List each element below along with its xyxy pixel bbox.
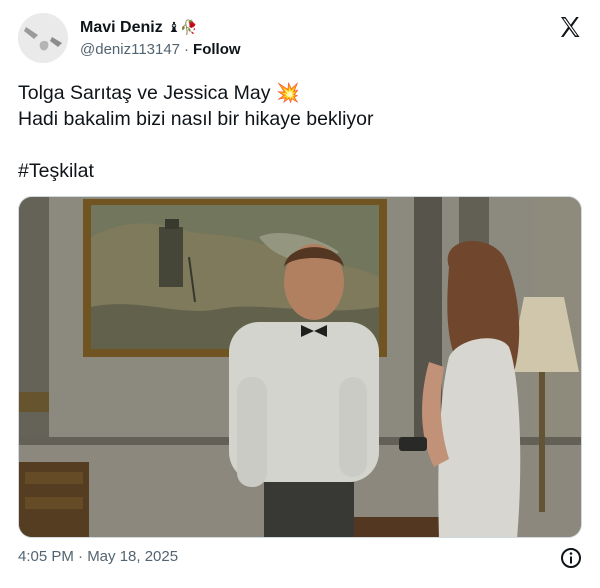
- x-logo-icon[interactable]: [558, 15, 582, 39]
- tweet-line-1: Tolga Sarıtaş ve Jessica May 💥: [18, 80, 578, 106]
- author-handle[interactable]: @deniz113147: [80, 41, 180, 59]
- tweet-line-1-text: Tolga Sarıtaş ve Jessica May: [18, 82, 271, 104]
- follow-button[interactable]: Follow: [193, 41, 241, 59]
- tweet-timestamp[interactable]: 4:05 PM · May 18, 2025: [18, 548, 178, 566]
- avatar[interactable]: [18, 13, 68, 63]
- hashtag-link[interactable]: #Teşkilat: [18, 158, 578, 184]
- author-name-emojis: ♝🥀: [167, 20, 198, 36]
- avatar-image: [18, 13, 68, 63]
- separator-dot: ·: [184, 41, 190, 58]
- tweet-text: Tolga Sarıtaş ve Jessica May 💥 Hadi baka…: [18, 80, 578, 184]
- author-handle-row: @deniz113147 · Follow: [80, 41, 241, 59]
- scene-illustration: [19, 197, 581, 537]
- media-image[interactable]: [18, 196, 582, 538]
- info-icon[interactable]: [560, 547, 582, 569]
- collision-emoji: 💥: [275, 82, 300, 104]
- author-display-name[interactable]: Mavi Deniz: [80, 18, 163, 38]
- author-name-row: Mavi Deniz ♝🥀: [80, 18, 198, 38]
- tweet-line-2: Hadi bakalim bizi nasıl bir hikaye bekli…: [18, 108, 374, 130]
